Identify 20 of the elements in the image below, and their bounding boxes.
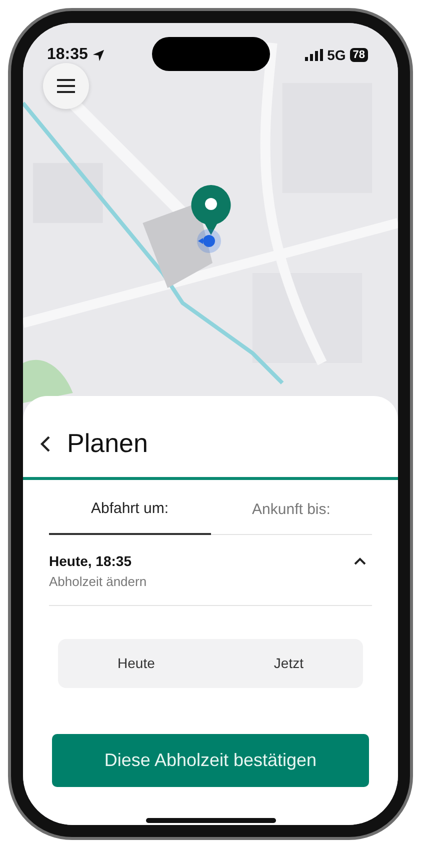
network-label: 5G [327, 46, 346, 64]
tab[interactable]: Abfahrt um: [49, 488, 210, 534]
pickup-hint: Abholzeit ändern [49, 572, 147, 590]
picker-value: Heute [118, 654, 155, 670]
time-picker[interactable]: Heute Jetzt [58, 639, 363, 688]
confirm-button[interactable]: Diese Abholzeit bestätigen [52, 734, 369, 787]
back-button[interactable] [39, 434, 51, 452]
signal-icon [305, 49, 324, 61]
chevron-icon[interactable] [354, 556, 366, 564]
picker-value: Jetzt [274, 654, 304, 670]
tab[interactable]: Ankunft bis: [210, 488, 372, 534]
pickup-time: Heute, 18:35 [49, 552, 132, 570]
battery-level: 78 [350, 48, 368, 62]
location-arrow-icon [92, 48, 105, 62]
back-icon [39, 434, 51, 452]
location-dot-icon [195, 228, 221, 254]
status-time: 18:35 [47, 45, 88, 65]
menu-icon [57, 79, 75, 93]
sheet-title: Planen [67, 427, 148, 460]
map-pin-icon [191, 185, 231, 235]
